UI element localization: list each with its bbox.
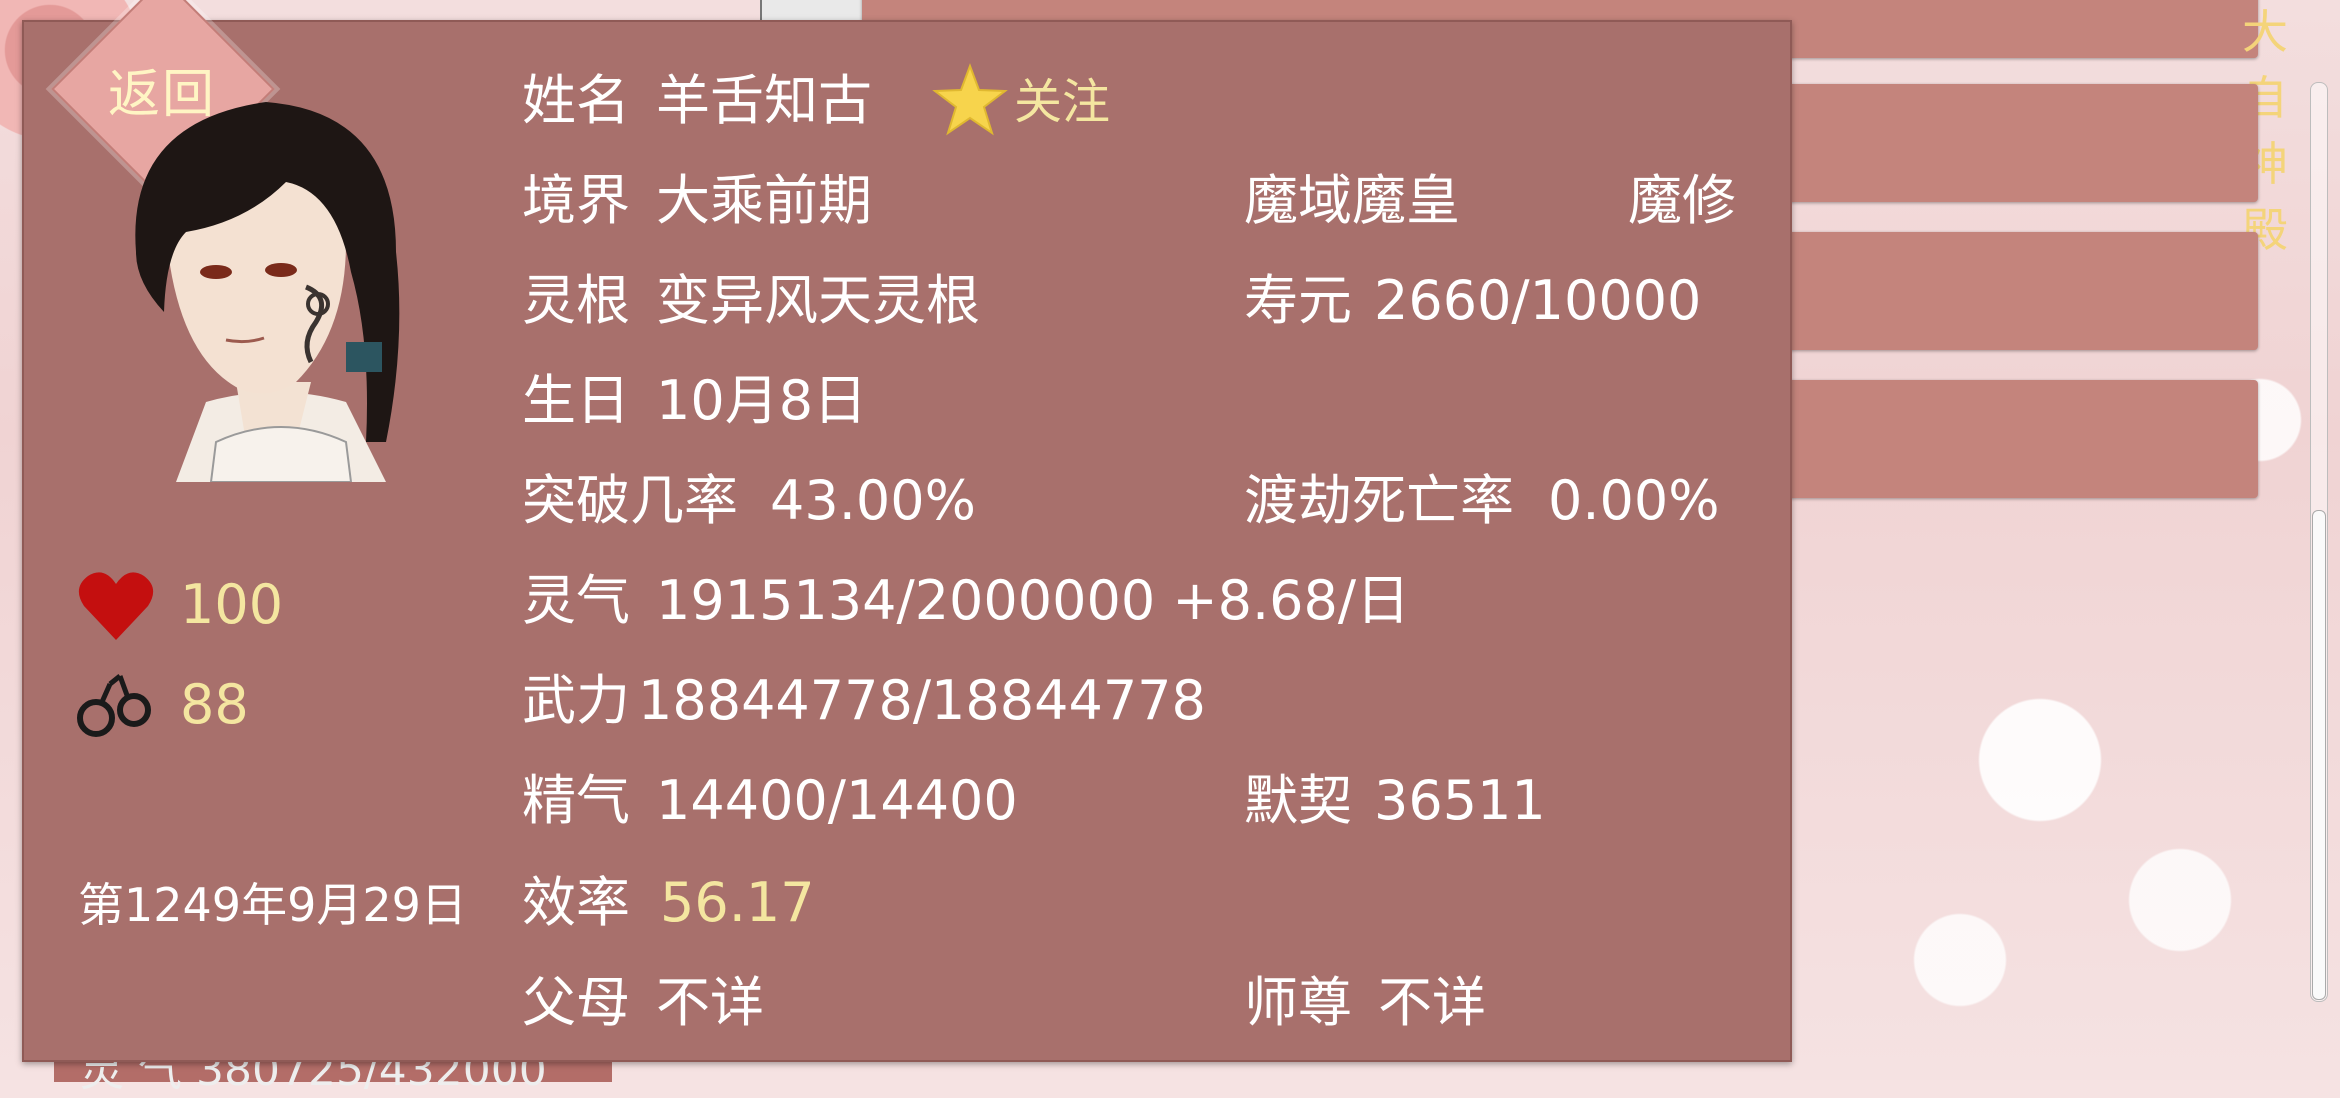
- force-value: 18844778/18844778: [638, 669, 1206, 732]
- title-value: 魔域魔皇: [1244, 169, 1460, 232]
- realm-value: 大乘前期: [656, 169, 872, 232]
- master-label: 师尊: [1244, 971, 1352, 1034]
- efficiency-value: 56.17: [660, 871, 815, 934]
- realm-label: 境界: [522, 169, 630, 232]
- efficiency-label: 效率: [522, 871, 630, 934]
- game-date: 第1249年9月29日: [78, 878, 467, 932]
- master-value: 不详: [1378, 971, 1486, 1034]
- birthday-label: 生日: [522, 369, 630, 432]
- tribulation-label: 渡劫死亡率: [1244, 469, 1514, 532]
- follow-button[interactable]: 关注: [1014, 78, 1110, 126]
- tribulation-value: 0.00%: [1548, 469, 1720, 532]
- qi-label: 灵气: [522, 569, 630, 632]
- spirit-root-label: 灵根: [522, 269, 630, 332]
- lifespan-label: 寿元: [1244, 269, 1352, 332]
- path-value: 魔修: [1628, 169, 1736, 232]
- essence-value: 14400/14400: [656, 769, 1018, 832]
- parents-value: 不详: [656, 971, 764, 1034]
- parents-label: 父母: [522, 971, 630, 1034]
- scrollbar-thumb[interactable]: [2312, 510, 2326, 1000]
- bond-label: 默契: [1244, 769, 1352, 832]
- lifespan-value: 2660/10000: [1374, 269, 1702, 332]
- loyalty-value: 88: [180, 673, 249, 736]
- breakthrough-label: 突破几率: [522, 469, 738, 532]
- qi-value: 1915134/2000000 +8.68/日: [656, 569, 1411, 632]
- name-value: 羊舌知古: [656, 69, 872, 132]
- heart-icon: [78, 572, 154, 640]
- health-value: 100: [180, 573, 284, 636]
- bond-value: 36511: [1374, 769, 1546, 832]
- breakthrough-value: 43.00%: [770, 469, 976, 532]
- birthday-value: 10月8日: [656, 369, 868, 432]
- force-label: 武力: [522, 669, 630, 732]
- name-label: 姓名: [522, 69, 630, 132]
- star-icon[interactable]: [932, 62, 1008, 138]
- spirit-root-value: 变异风天灵根: [656, 269, 980, 332]
- handcuffs-icon: [77, 674, 151, 737]
- character-portrait: [135, 102, 400, 482]
- essence-label: 精气: [522, 769, 630, 832]
